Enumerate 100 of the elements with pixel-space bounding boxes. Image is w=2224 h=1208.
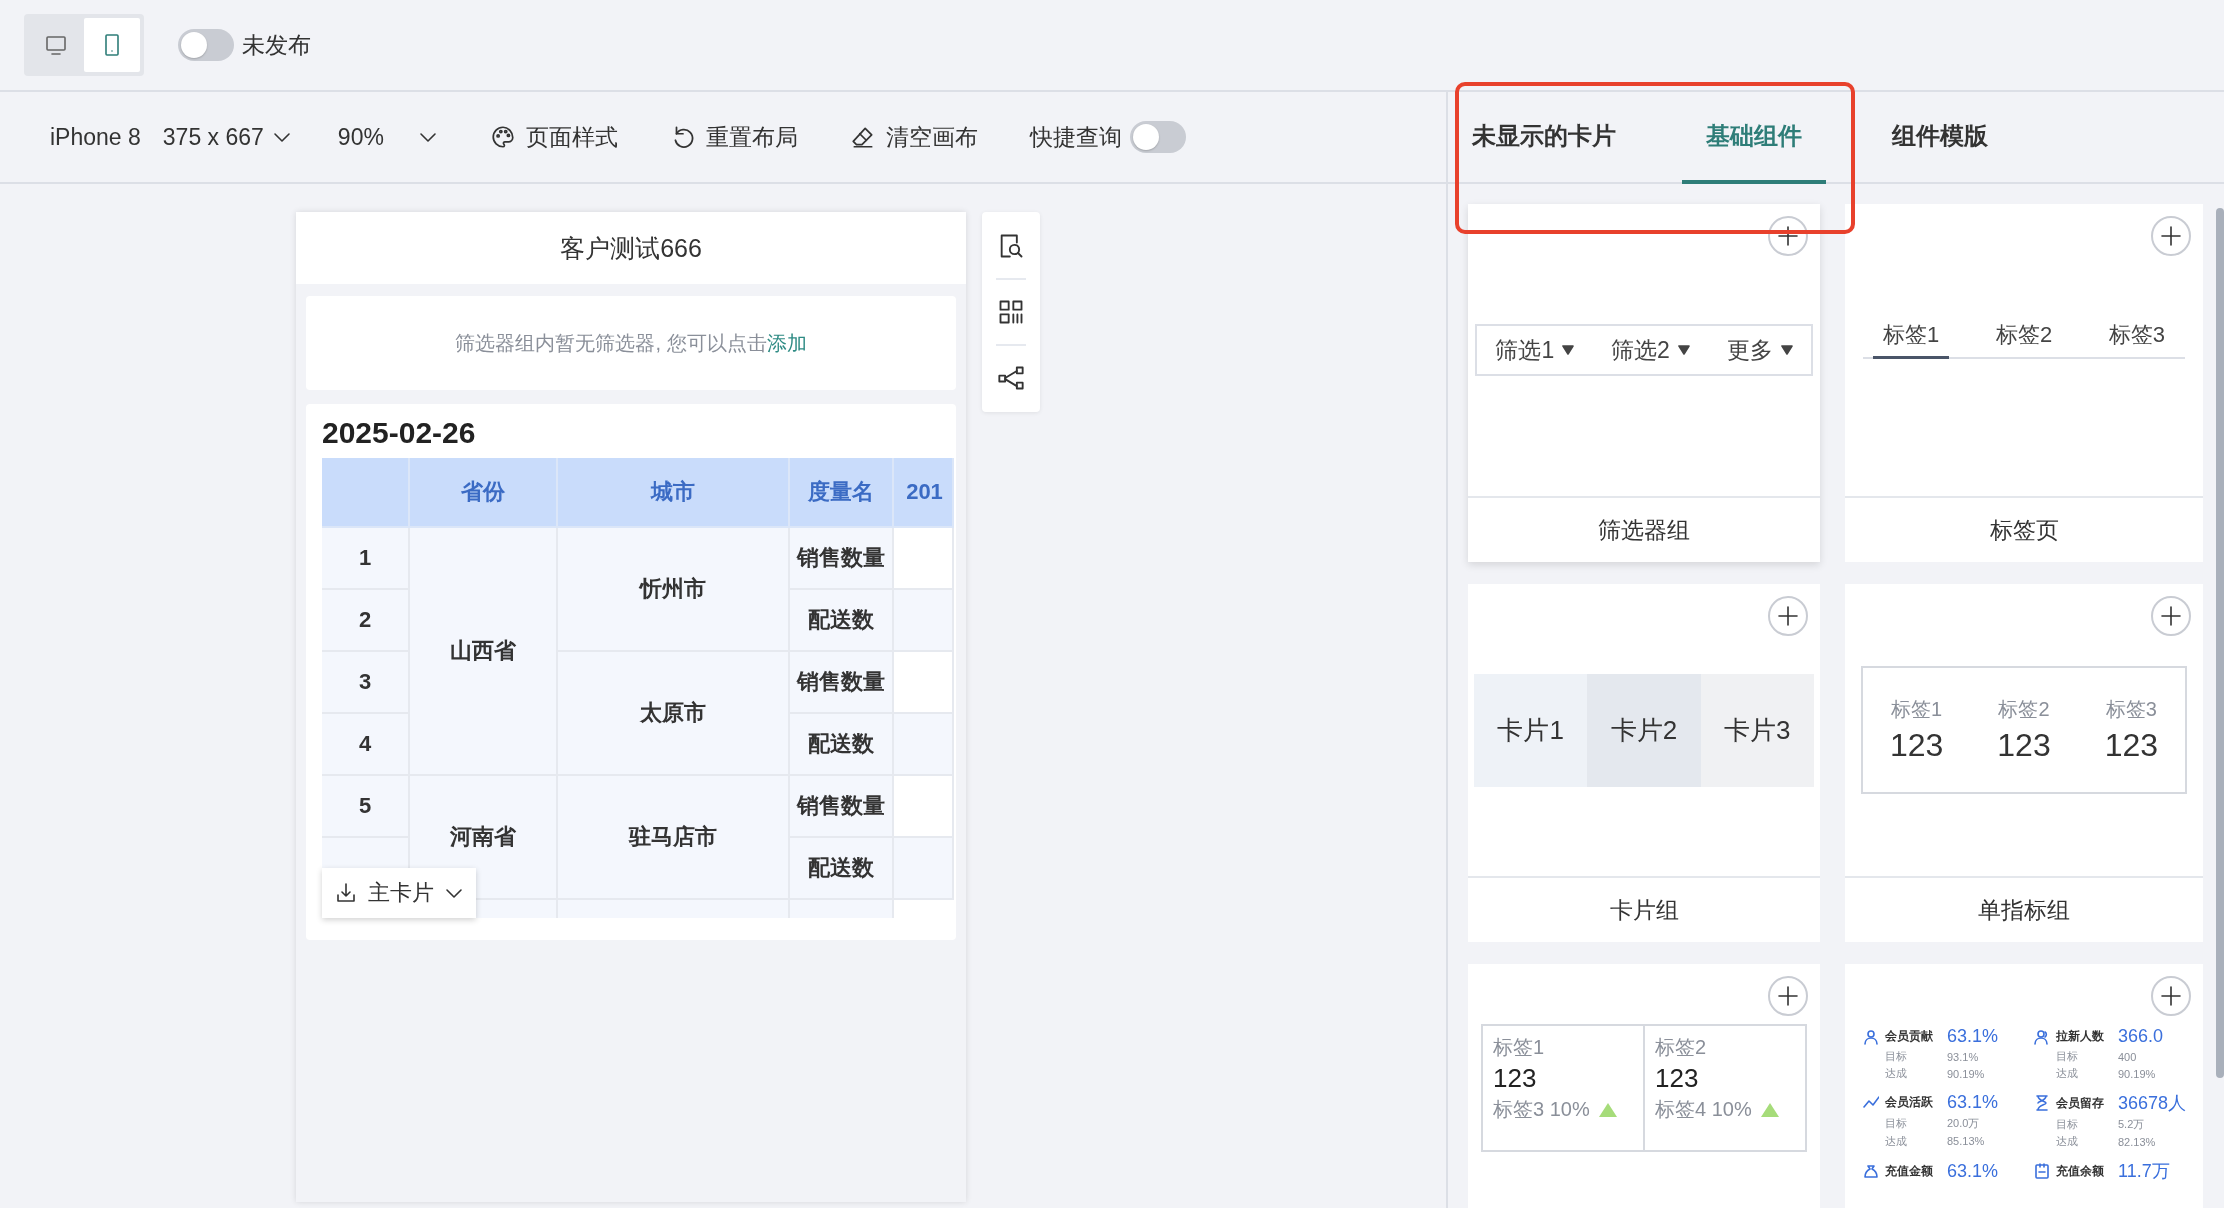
publish-status: 未发布	[242, 30, 311, 60]
metric-label: 目标	[2056, 1117, 2079, 1132]
plus-icon	[2160, 605, 2182, 627]
table-cell: 配送数	[790, 590, 894, 652]
indicator-label: 标签2	[1655, 1035, 1708, 1060]
metric-value: 11.7万	[2118, 1160, 2171, 1183]
mobile-view-button[interactable]	[84, 18, 140, 72]
indicator-label: 标签1	[1891, 697, 1943, 722]
metric-rate: 90.19%	[1947, 1067, 1986, 1080]
card-name: 筛选器组	[1468, 496, 1820, 562]
metric-label: 目标	[1885, 1049, 1908, 1064]
toolbar-button[interactable]: 清空画布	[849, 121, 978, 153]
filter-dropdown[interactable]: 筛选2	[1611, 334, 1690, 366]
row-number: 1	[322, 528, 410, 590]
toolbar-button[interactable]: 重置布局	[669, 121, 798, 153]
preview-tab[interactable]: 标签1	[1873, 314, 1950, 359]
row-number: 5	[322, 776, 410, 838]
caret-icon	[1677, 345, 1690, 355]
share-icon	[997, 364, 1025, 392]
toolbar-button[interactable]: 页面样式	[489, 121, 618, 153]
metric-name: 充值金额	[1885, 1162, 1934, 1180]
add-button[interactable]	[1768, 596, 1808, 636]
metric-value: 366.0	[2118, 1026, 2165, 1047]
plus-icon	[1777, 985, 1799, 1007]
caret-icon	[1562, 345, 1575, 355]
device-name: iPhone 8	[50, 123, 141, 151]
add-button[interactable]	[1768, 216, 1808, 256]
indicator-value: 123	[2104, 727, 2158, 764]
indicator-value: 123	[1655, 1063, 1700, 1094]
grid-icon	[997, 298, 1025, 326]
metric-value: 36678人	[2118, 1092, 2188, 1115]
row-number: 2	[322, 590, 410, 652]
filter-dropdown[interactable]: 更多	[1726, 334, 1793, 366]
table-cell: 销售数量	[790, 652, 894, 714]
bag-icon	[1863, 1163, 1879, 1179]
metric-value: 63.1%	[1947, 1091, 2000, 1113]
metric-name: 会员贡献	[1885, 1028, 1934, 1045]
metric-label: 目标	[1885, 1115, 1908, 1131]
filter-notice: 筛选器组内暂无筛选器, 您可以点击添加	[455, 330, 807, 356]
metric-value: 63.1%	[1947, 1160, 2000, 1182]
add-link[interactable]: 添加	[766, 331, 807, 354]
toggle-switch[interactable]	[178, 29, 234, 61]
person-icon	[1863, 1028, 1879, 1045]
plus-icon	[1777, 605, 1799, 627]
table-cell: 山西省	[410, 528, 558, 776]
indicator-label: 标签1	[1493, 1035, 1546, 1060]
panel-tab[interactable]: 基础组件	[1682, 92, 1826, 184]
metric-target: 20.0万	[1947, 1115, 1981, 1131]
metric-rate: 85.13%	[1947, 1135, 1986, 1147]
table-cell: 销售数量	[790, 528, 894, 590]
metric-label: 达成	[2056, 1066, 2079, 1081]
row-number: 4	[322, 714, 410, 776]
metric-label: 达成	[1885, 1133, 1908, 1149]
metric-name: 充值余额	[2056, 1162, 2105, 1180]
card-name: 标签页	[1845, 496, 2203, 562]
table-cell: 销售数量	[790, 776, 894, 838]
main-card-dropdown[interactable]: 主卡片	[322, 868, 476, 918]
quick-query-label: 快捷查询	[1029, 122, 1122, 152]
metric-target: 5.2万	[2118, 1117, 2146, 1132]
metric-rate: 82.13%	[2118, 1135, 2157, 1148]
table-cell: 配送数	[790, 838, 894, 900]
indicator-label: 标签3	[2105, 697, 2157, 722]
panel-tab[interactable]: 未显示的卡片	[1448, 92, 1640, 184]
hourglass-icon	[2034, 1095, 2050, 1111]
card-name: 单指标组	[1845, 876, 2203, 942]
column-header: 城市	[558, 458, 790, 528]
comparison-label: 标签3 10%	[1493, 1097, 1590, 1122]
resolution-dropdown[interactable]: 375 x 667	[162, 123, 292, 151]
row-number: 3	[322, 652, 410, 714]
toggle-switch[interactable]	[1129, 121, 1186, 153]
indicator-value: 123	[1889, 727, 1944, 764]
plus-icon	[2160, 225, 2182, 247]
metric-value: 63.1%	[1947, 1026, 2000, 1047]
table-cell: 驻马店市	[558, 776, 790, 900]
add-button[interactable]	[2151, 596, 2191, 636]
panel-tab[interactable]: 组件模版	[1868, 92, 2012, 184]
caret-icon	[1780, 345, 1793, 355]
add-button[interactable]	[1768, 976, 1808, 1016]
preview-tab[interactable]: 标签2	[1985, 314, 2063, 359]
plus-icon	[2160, 985, 2182, 1007]
add-button[interactable]	[2151, 216, 2191, 256]
indicator-value: 123	[1493, 1063, 1538, 1094]
indicator-value: 123	[1997, 727, 2051, 764]
metric-target: 400	[2118, 1050, 2138, 1063]
column-header: 度量名	[790, 458, 894, 528]
metric-name: 拉新人数	[2056, 1028, 2105, 1045]
palette-icon	[489, 124, 516, 150]
metric-target: 93.1%	[1947, 1050, 1980, 1063]
column-header: 省份	[410, 458, 558, 528]
metric-label: 达成	[2056, 1134, 2079, 1149]
people-icon	[2034, 1028, 2050, 1045]
preview-tab[interactable]: 标签3	[2098, 314, 2175, 359]
monitor-icon	[44, 33, 68, 57]
table-cell: 忻州市	[558, 528, 790, 652]
add-button[interactable]	[2151, 976, 2191, 1016]
metric-name: 会员留存	[2056, 1094, 2105, 1112]
filter-dropdown[interactable]: 筛选1	[1495, 334, 1575, 366]
zoom-dropdown[interactable]: 90%	[337, 123, 438, 151]
card-title: 2025-02-26	[322, 415, 477, 451]
column-header: 201	[894, 458, 954, 528]
